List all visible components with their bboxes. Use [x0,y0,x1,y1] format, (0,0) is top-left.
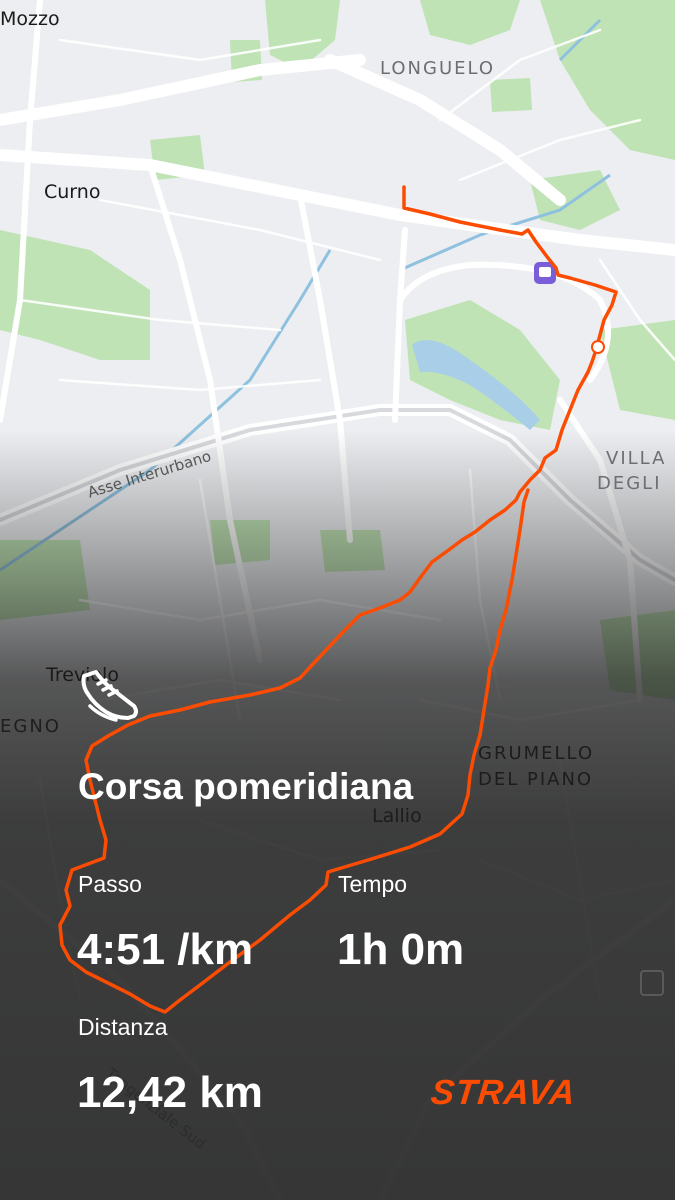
pace-value: 4:51 /km [77,925,254,974]
strava-logo: STRAVA [429,1073,578,1112]
time-label: Tempo [338,871,408,897]
pace-label: Passo [78,871,142,897]
distance-value: 12,42 km [77,1068,263,1117]
time-value: 1h 0m [337,925,465,974]
distance-label: Distanza [78,1014,168,1040]
activity-share-card: Mozzo LONGUELO Curno VILLA DEGLI Treviol… [0,0,675,1200]
running-shoe-icon [81,670,138,722]
activity-title: Corsa pomeridiana [78,766,414,807]
